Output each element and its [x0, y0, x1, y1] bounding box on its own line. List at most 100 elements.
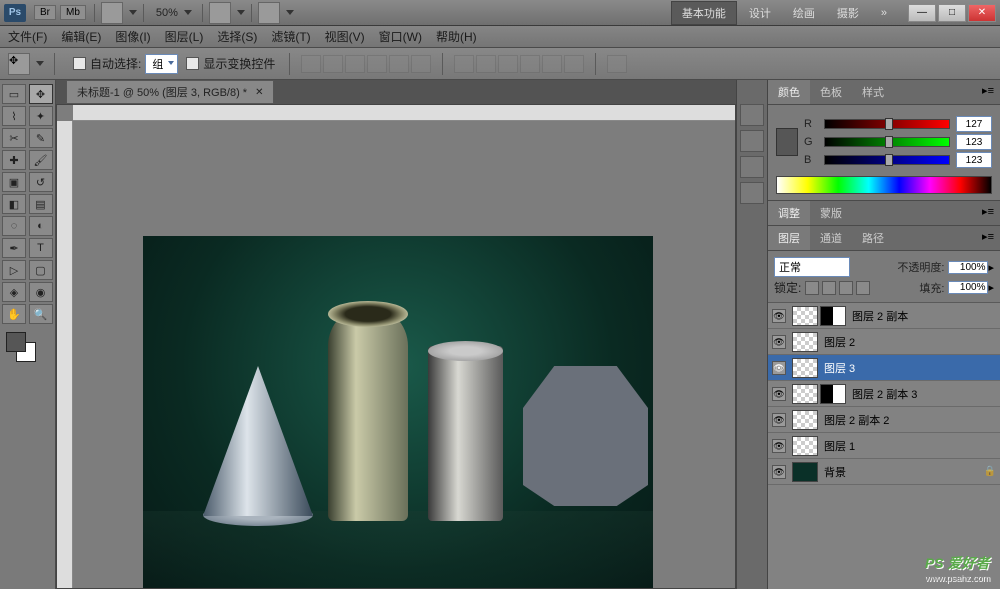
- tab-color[interactable]: 颜色: [768, 80, 810, 104]
- tab-adjustments[interactable]: 调整: [768, 201, 810, 225]
- menu-edit[interactable]: 编辑(E): [61, 28, 101, 45]
- auto-select-checkbox[interactable]: [73, 57, 86, 70]
- align-icon[interactable]: [389, 55, 409, 73]
- color-spectrum[interactable]: [776, 176, 992, 194]
- r-slider[interactable]: [824, 119, 950, 129]
- menu-image[interactable]: 图像(I): [115, 28, 150, 45]
- arrange-icon[interactable]: [209, 2, 231, 24]
- crop-tool[interactable]: ✂: [2, 128, 26, 148]
- layer-row[interactable]: 👁图层 2 副本 3: [768, 381, 1000, 407]
- layer-thumbnail[interactable]: [792, 332, 818, 352]
- move-tool-icon[interactable]: ✥: [8, 53, 30, 75]
- lasso-tool[interactable]: ⌇: [2, 106, 26, 126]
- ruler-horizontal[interactable]: [73, 105, 735, 121]
- layer-row[interactable]: 👁图层 2: [768, 329, 1000, 355]
- eraser-tool[interactable]: ◧: [2, 194, 26, 214]
- r-input[interactable]: [956, 116, 992, 132]
- g-slider[interactable]: [824, 137, 950, 147]
- workspace-painting[interactable]: 绘画: [783, 2, 825, 24]
- chevron-down-icon[interactable]: [36, 61, 44, 66]
- stamp-tool[interactable]: ▣: [2, 172, 26, 192]
- lock-pixels-icon[interactable]: [822, 281, 836, 295]
- chevron-right-icon[interactable]: ▸: [988, 281, 994, 294]
- tab-layers[interactable]: 图层: [768, 226, 810, 250]
- layer-thumbnail[interactable]: [792, 384, 818, 404]
- document-tab[interactable]: 未标题-1 @ 50% (图层 3, RGB/8) * ✕: [66, 80, 274, 104]
- color-swatches[interactable]: [2, 332, 53, 364]
- clone-panel-icon[interactable]: [740, 182, 764, 204]
- layer-row[interactable]: 👁背景🔒: [768, 459, 1000, 485]
- chevron-down-icon[interactable]: [129, 10, 137, 15]
- blend-mode-select[interactable]: 正常: [774, 257, 850, 277]
- tab-channels[interactable]: 通道: [810, 226, 852, 250]
- distribute-icon[interactable]: [564, 55, 584, 73]
- slider-thumb[interactable]: [885, 136, 893, 148]
- menu-select[interactable]: 选择(S): [217, 28, 257, 45]
- screen-mode-icon[interactable]: [258, 2, 280, 24]
- slider-thumb[interactable]: [885, 118, 893, 130]
- 3d-tool[interactable]: ◈: [2, 282, 26, 302]
- distribute-icon[interactable]: [520, 55, 540, 73]
- maximize-button[interactable]: □: [938, 4, 966, 22]
- distribute-icon[interactable]: [498, 55, 518, 73]
- lock-transparency-icon[interactable]: [805, 281, 819, 295]
- brush-panel-icon[interactable]: [740, 156, 764, 178]
- move-tool[interactable]: ✥: [29, 84, 53, 104]
- type-tool[interactable]: T: [29, 238, 53, 258]
- layer-row[interactable]: 👁图层 2 副本 2: [768, 407, 1000, 433]
- distribute-icon[interactable]: [542, 55, 562, 73]
- actions-panel-icon[interactable]: [740, 130, 764, 152]
- close-button[interactable]: ✕: [968, 4, 996, 22]
- menu-layer[interactable]: 图层(L): [165, 28, 204, 45]
- dodge-tool[interactable]: ◐: [29, 216, 53, 236]
- layer-row[interactable]: 👁图层 1: [768, 433, 1000, 459]
- heal-tool[interactable]: ✚: [2, 150, 26, 170]
- history-panel-icon[interactable]: [740, 104, 764, 126]
- ruler-vertical[interactable]: [57, 121, 73, 588]
- workspace-photography[interactable]: 摄影: [827, 2, 869, 24]
- layer-thumbnail[interactable]: [792, 306, 818, 326]
- panel-menu-icon[interactable]: ▸≡: [976, 226, 1000, 250]
- history-brush-tool[interactable]: ↺: [29, 172, 53, 192]
- tab-masks[interactable]: 蒙版: [810, 201, 852, 225]
- auto-select-dropdown[interactable]: 组: [145, 54, 178, 74]
- workspace-essentials[interactable]: 基本功能: [671, 1, 737, 25]
- visibility-icon[interactable]: 👁: [772, 439, 786, 453]
- zoom-control[interactable]: 50%: [154, 7, 192, 19]
- menu-filter[interactable]: 滤镜(T): [271, 28, 310, 45]
- show-transform-checkbox[interactable]: [186, 57, 199, 70]
- slider-thumb[interactable]: [885, 154, 893, 166]
- panel-menu-icon[interactable]: ▸≡: [976, 80, 1000, 104]
- distribute-icon[interactable]: [454, 55, 474, 73]
- lock-position-icon[interactable]: [839, 281, 853, 295]
- align-icon[interactable]: [345, 55, 365, 73]
- tab-paths[interactable]: 路径: [852, 226, 894, 250]
- tab-swatches[interactable]: 色板: [810, 80, 852, 104]
- visibility-icon[interactable]: 👁: [772, 335, 786, 349]
- menu-help[interactable]: 帮助(H): [436, 28, 477, 45]
- pen-tool[interactable]: ✒: [2, 238, 26, 258]
- foreground-color-swatch[interactable]: [6, 332, 26, 352]
- wand-tool[interactable]: ✦: [29, 106, 53, 126]
- chevron-right-icon[interactable]: ▸: [988, 261, 994, 274]
- opacity-input[interactable]: 100%: [948, 261, 988, 274]
- close-tab-icon[interactable]: ✕: [255, 87, 263, 98]
- mask-thumbnail[interactable]: [820, 306, 846, 326]
- workspace-more[interactable]: »: [871, 4, 897, 22]
- distribute-icon[interactable]: [476, 55, 496, 73]
- visibility-icon[interactable]: 👁: [772, 413, 786, 427]
- g-input[interactable]: [956, 134, 992, 150]
- zoom-tool[interactable]: 🔍: [29, 304, 53, 324]
- visibility-icon[interactable]: 👁: [772, 387, 786, 401]
- visibility-icon[interactable]: 👁: [772, 309, 786, 323]
- hand-tool[interactable]: ✋: [2, 304, 26, 324]
- layer-thumbnail[interactable]: [792, 462, 818, 482]
- minibridge-button[interactable]: Mb: [60, 5, 86, 20]
- eyedropper-tool[interactable]: ✎: [29, 128, 53, 148]
- lock-all-icon[interactable]: [856, 281, 870, 295]
- brush-tool[interactable]: 🖌: [29, 150, 53, 170]
- align-icon[interactable]: [323, 55, 343, 73]
- path-tool[interactable]: ▷: [2, 260, 26, 280]
- align-icon[interactable]: [411, 55, 431, 73]
- marquee-tool[interactable]: ▭: [2, 84, 26, 104]
